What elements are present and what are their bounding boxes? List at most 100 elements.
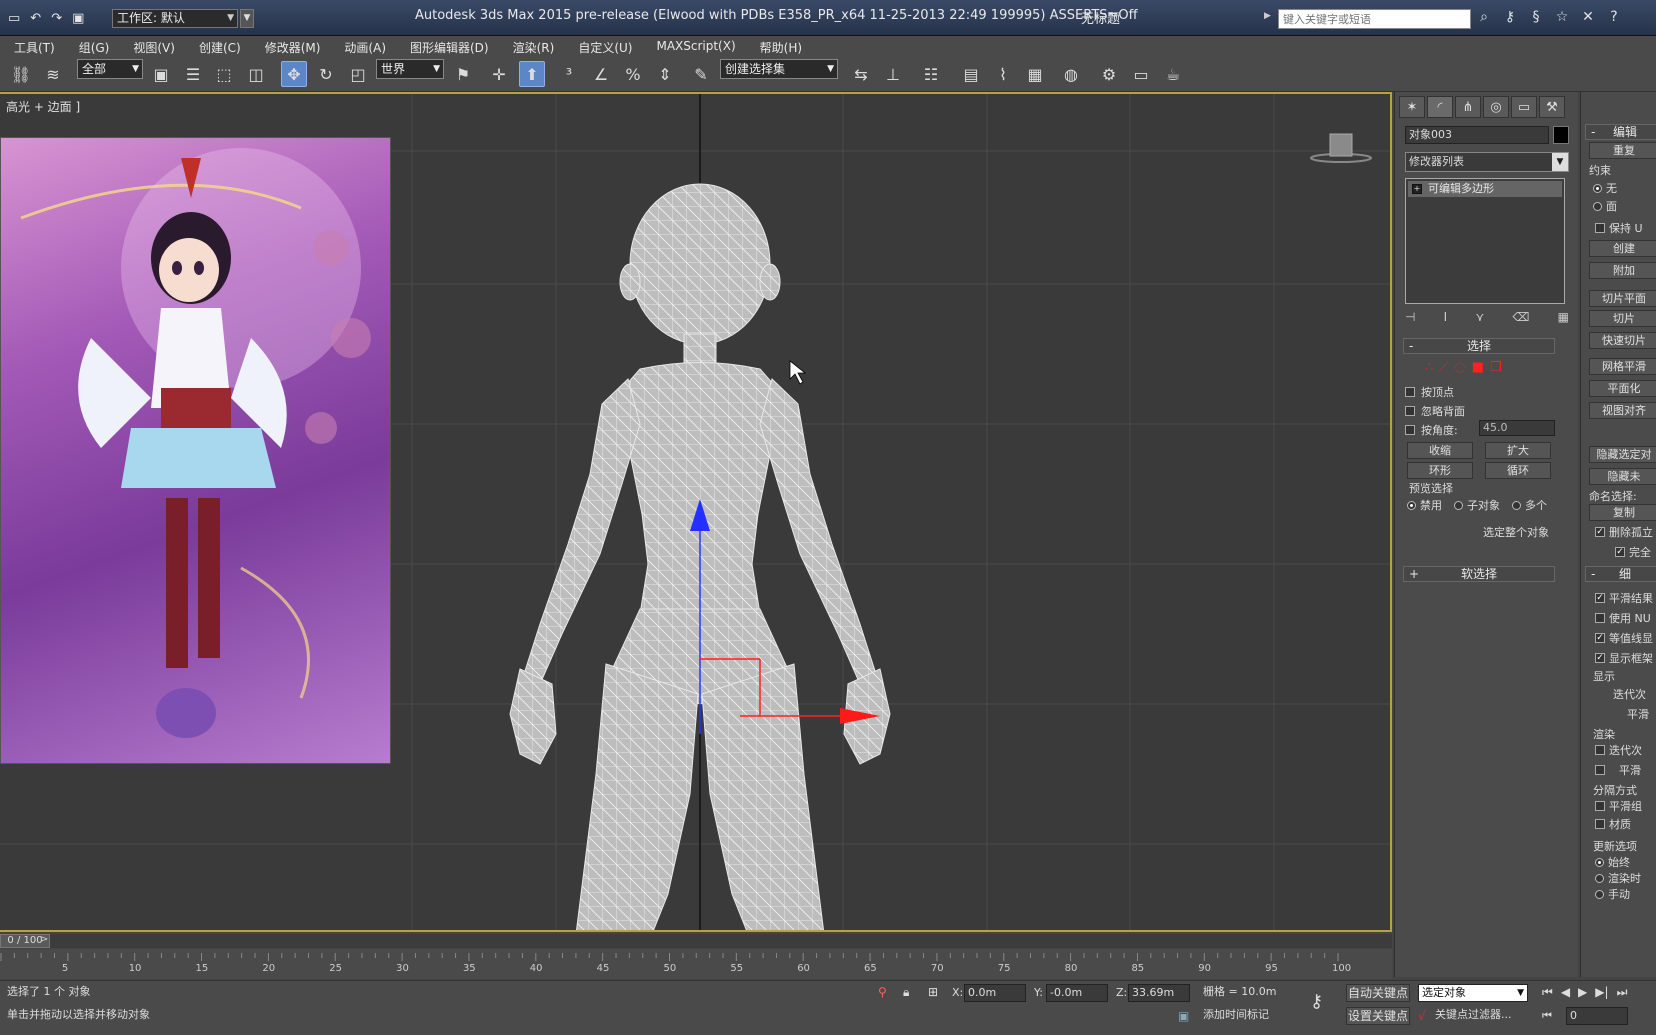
isoline-checkbox[interactable]: ✓: [1595, 633, 1605, 643]
key-mode-toggle-icon[interactable]: ⏮: [1542, 1009, 1552, 1023]
redo-icon[interactable]: ↷: [51, 11, 62, 26]
meshsmooth-button[interactable]: 网格平滑: [1589, 358, 1656, 375]
rotate-icon[interactable]: ↻: [313, 61, 339, 87]
search-box[interactable]: [1278, 9, 1471, 29]
key-mode-dropdown[interactable]: 选定对象 ▼: [1418, 984, 1528, 1002]
snap-icon[interactable]: ³: [556, 61, 582, 87]
preview-subobj-radio[interactable]: [1454, 500, 1463, 510]
preview-multi-radio[interactable]: [1512, 500, 1521, 510]
menu-create[interactable]: 创建(C): [199, 36, 253, 56]
isolate-icon[interactable]: ⚲: [878, 985, 887, 999]
update-always-row[interactable]: 始终: [1595, 854, 1630, 870]
border-level-icon[interactable]: ◌: [1454, 360, 1465, 375]
rendered-frame-icon[interactable]: ▭: [1128, 61, 1154, 87]
view-align-button[interactable]: 视图对齐: [1589, 402, 1656, 419]
time-tag-icon[interactable]: ▣: [1178, 1009, 1189, 1023]
hierarchy-tab-icon[interactable]: ⋔: [1455, 96, 1481, 118]
menu-views[interactable]: 视图(V): [133, 36, 187, 56]
copy-button[interactable]: 复制: [1589, 504, 1656, 521]
select-whole-object-label[interactable]: 选定整个对象: [1483, 524, 1549, 540]
ignore-backface-row[interactable]: 忽略背面: [1405, 403, 1465, 419]
create-button[interactable]: 创建: [1589, 240, 1656, 257]
align-icon[interactable]: ⊥: [880, 61, 906, 87]
constraint-none-radio[interactable]: [1593, 183, 1602, 193]
constraint-face-radio[interactable]: [1593, 201, 1602, 211]
smooth-result-checkbox[interactable]: ✓: [1595, 593, 1605, 603]
schematic-view-icon[interactable]: ▦: [1022, 61, 1048, 87]
smooth-result-row[interactable]: ✓ 平滑结果: [1595, 590, 1653, 606]
y-coordinate-field[interactable]: -0.0m: [1046, 984, 1108, 1002]
utilities-tab-icon[interactable]: ⚒: [1539, 96, 1565, 118]
update-manual-row[interactable]: 手动: [1595, 886, 1630, 902]
save-icon[interactable]: ▭: [8, 11, 20, 26]
preserve-uv-checkbox[interactable]: [1595, 223, 1605, 233]
project-icon[interactable]: ▣: [72, 11, 84, 26]
render-setup-icon[interactable]: ⚙: [1096, 61, 1122, 87]
smoothing-groups-row[interactable]: 平滑组: [1595, 798, 1642, 814]
render-smoothness-checkbox[interactable]: [1595, 765, 1605, 775]
set-key-icon[interactable]: ⚷: [1310, 991, 1323, 1012]
smoothing-groups-checkbox[interactable]: [1595, 801, 1605, 811]
mirror-pivot-icon[interactable]: ⚑: [450, 61, 476, 87]
character-mesh[interactable]: [0, 94, 1390, 932]
scale-icon[interactable]: ◰: [345, 61, 371, 87]
edit-geometry-header[interactable]: - 编辑: [1585, 124, 1656, 140]
remove-modifier-icon[interactable]: ⌫: [1512, 310, 1529, 328]
quickslice-button[interactable]: 快速切片: [1589, 332, 1656, 349]
search-expand-icon[interactable]: ▶: [1264, 11, 1276, 27]
angle-snap-icon[interactable]: ∠: [588, 61, 614, 87]
vertex-level-icon[interactable]: ∴: [1425, 360, 1433, 375]
by-angle-row[interactable]: 按角度:: [1405, 422, 1458, 438]
by-vertex-row[interactable]: 按顶点: [1405, 384, 1454, 400]
delete-isolated-row[interactable]: ✓ 删除孤立: [1595, 524, 1653, 540]
update-render-radio[interactable]: [1595, 873, 1604, 883]
auto-key-button[interactable]: 自动关键点: [1346, 984, 1410, 1002]
workspace-dropdown[interactable]: 工作区: 默认 ▼: [112, 9, 238, 28]
next-frame-icon[interactable]: ▶|: [1595, 985, 1608, 1000]
help-icon[interactable]: ?: [1606, 9, 1622, 25]
menu-tools[interactable]: 工具(T): [14, 36, 67, 56]
menu-graph-editors[interactable]: 图形编辑器(D): [410, 36, 501, 56]
current-frame-field[interactable]: 0: [1566, 1007, 1628, 1025]
edge-level-icon[interactable]: ⟋: [1439, 360, 1448, 375]
menu-animation[interactable]: 动画(A): [344, 36, 398, 56]
soft-selection-rollout-header[interactable]: + 软选择: [1403, 566, 1555, 582]
delete-isolated-checkbox[interactable]: ✓: [1595, 527, 1605, 537]
lock-icon[interactable]: 🔒︎: [903, 985, 909, 1000]
ring-button[interactable]: 环形: [1407, 462, 1473, 479]
update-render-row[interactable]: 渲染时: [1595, 870, 1641, 886]
display-tab-icon[interactable]: ▭: [1511, 96, 1537, 118]
constraint-none-row[interactable]: 无: [1593, 180, 1617, 196]
play-icon[interactable]: ▶: [1578, 985, 1587, 1000]
element-level-icon[interactable]: ❒: [1490, 360, 1502, 375]
update-manual-radio[interactable]: [1595, 889, 1604, 899]
search-input[interactable]: [1279, 10, 1470, 28]
window-crossing-icon[interactable]: ◫: [243, 61, 269, 87]
star-icon[interactable]: ☆: [1554, 9, 1570, 25]
exchange-icon[interactable]: §: [1528, 9, 1544, 25]
render-teapot-icon[interactable]: ☕: [1160, 61, 1186, 87]
reference-coord-dropdown[interactable]: 世界 ▼: [376, 59, 444, 79]
planarize-button[interactable]: 平面化: [1589, 380, 1656, 397]
constraint-face-row[interactable]: 面: [1593, 198, 1617, 214]
update-always-radio[interactable]: [1595, 857, 1604, 867]
x-coordinate-field[interactable]: 0.0m: [964, 984, 1026, 1002]
go-to-start-icon[interactable]: ⏮: [1542, 985, 1553, 1000]
stack-item-editable-poly[interactable]: + 可编辑多边形: [1408, 181, 1562, 197]
full-interactivity-row[interactable]: ✓ 完全: [1615, 544, 1651, 560]
preview-off-radio[interactable]: [1407, 500, 1416, 510]
front-viewport[interactable]: 高光 + 边面 ]: [0, 92, 1392, 932]
shrink-button[interactable]: 收缩: [1407, 442, 1473, 459]
use-nurms-row[interactable]: 使用 NU: [1595, 610, 1651, 626]
modify-tab-icon[interactable]: ◜: [1427, 96, 1453, 118]
modifier-list-dropdown[interactable]: 修改器列表 ▼: [1405, 152, 1569, 172]
menu-maxscript[interactable]: MAXScript(X): [656, 36, 747, 56]
menu-customize[interactable]: 自定义(U): [578, 36, 644, 56]
materials-row[interactable]: 材质: [1595, 816, 1631, 832]
render-iterations-row[interactable]: 迭代次: [1595, 742, 1642, 758]
grow-button[interactable]: 扩大: [1485, 442, 1551, 459]
x-icon[interactable]: ✕: [1580, 9, 1596, 25]
attach-button[interactable]: 附加: [1589, 262, 1656, 279]
workspace-expand-button[interactable]: ▼: [240, 9, 254, 28]
key-icon[interactable]: ⚷: [1502, 9, 1518, 25]
